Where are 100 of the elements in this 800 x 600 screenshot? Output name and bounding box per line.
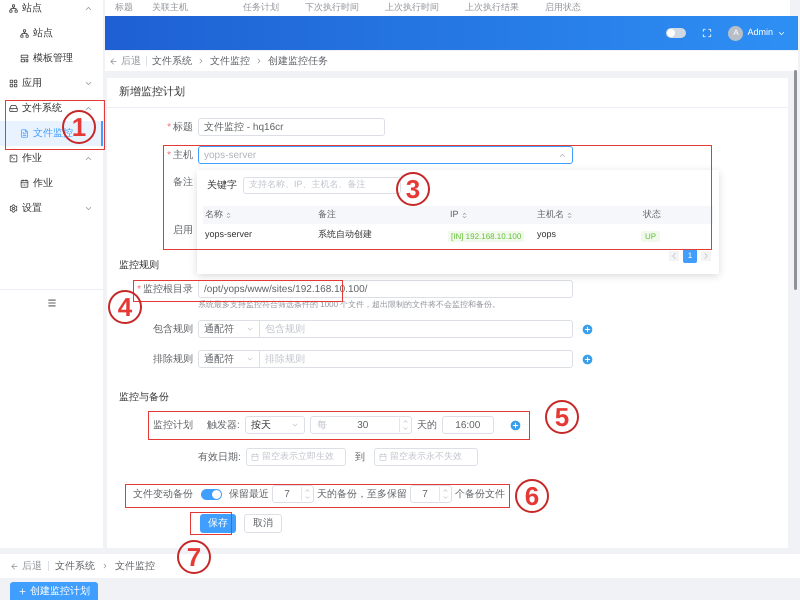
- prev-page-icon[interactable]: [669, 251, 679, 261]
- inline-label: 天的备份，至多保留: [317, 488, 407, 502]
- number-field[interactable]: 每 30: [310, 416, 412, 434]
- calendar-icon: [378, 453, 387, 461]
- column-header: 上次执行结果: [465, 1, 520, 14]
- breadcrumb-item[interactable]: 文件监控: [115, 558, 155, 574]
- unit-label: 天的: [416, 418, 437, 432]
- field-value: 7: [283, 488, 291, 502]
- table-cell-text: 系统自动创建: [317, 228, 373, 242]
- breadcrumb-item[interactable]: 文件系统: [55, 558, 95, 574]
- plus-icon: [18, 586, 27, 596]
- ip-tag: [IN] 192.168.10.100: [448, 231, 524, 242]
- chevron-up-icon: [84, 4, 93, 13]
- annotation-number: 7: [177, 540, 211, 574]
- add-icon[interactable]: [508, 418, 522, 432]
- sidebar-item[interactable]: 模板管理: [0, 46, 103, 71]
- trigger-select[interactable]: 按天: [244, 416, 305, 434]
- field-value: 7: [421, 488, 429, 502]
- sidebar-group[interactable]: 站点: [0, 0, 103, 21]
- back-arrow-icon: [109, 56, 118, 66]
- column-header: 关联主机: [152, 1, 189, 14]
- sort-icon[interactable]: [566, 212, 573, 218]
- section-heading: 监控规则: [119, 258, 159, 272]
- status-tag: UP: [641, 231, 660, 242]
- field-label: 监控根目录: [143, 282, 193, 296]
- scrollbar[interactable]: [794, 70, 797, 290]
- breadcrumb-item: 创建监控任务: [268, 54, 328, 68]
- add-icon[interactable]: [581, 322, 594, 336]
- number-field[interactable]: 7: [272, 485, 314, 503]
- separator-icon: [255, 57, 263, 65]
- field-label: 标题: [173, 120, 193, 134]
- field-label: 包含规则: [153, 322, 193, 336]
- field-prefix: 每: [316, 418, 327, 432]
- breadcrumb-item[interactable]: 文件监控: [210, 54, 250, 68]
- separator-icon: [197, 57, 205, 65]
- host-row[interactable]: yops-server 系统自动创建 [IN] 192.168.10.100 yops UP: [203, 224, 713, 246]
- section-heading: 监控与备份: [119, 390, 169, 404]
- chevron-down-icon: [290, 421, 299, 429]
- sidebar-group[interactable]: 作业: [0, 146, 103, 171]
- sidebar-item[interactable]: 站点: [0, 21, 103, 46]
- field-label: 监控计划: [153, 418, 193, 432]
- chevron-up-icon: [84, 154, 93, 163]
- column-header: 主机名: [537, 208, 564, 222]
- sidebar-item[interactable]: 作业: [0, 171, 103, 196]
- required-mark: *: [167, 148, 171, 162]
- annotation-number: 3: [396, 172, 430, 206]
- chevron-down-icon: [246, 355, 254, 363]
- field-label: 备注: [173, 176, 193, 190]
- annotation-number: 5: [545, 400, 579, 434]
- trigger-label: 触发器:: [207, 418, 240, 432]
- sidebar-group[interactable]: 应用: [0, 71, 103, 96]
- keyword-label: 关键字: [207, 178, 237, 192]
- annotation-number: 4: [108, 290, 142, 324]
- theme-switch[interactable]: [666, 28, 686, 38]
- breadcrumb-item[interactable]: 文件系统: [152, 54, 192, 68]
- next-page-icon[interactable]: [701, 251, 711, 261]
- column-header: 启用状态: [545, 1, 582, 14]
- cancel-button[interactable]: 取消: [244, 514, 282, 532]
- table-cell-text: yops-server: [204, 228, 254, 242]
- match-select[interactable]: 通配符: [198, 350, 260, 368]
- field-label: 启用: [173, 224, 193, 238]
- column-header: 任务计划: [243, 1, 280, 14]
- table-cell-text: yops: [536, 228, 558, 242]
- match-select[interactable]: 通配符: [198, 320, 260, 338]
- back-link[interactable]: 后退: [109, 54, 141, 68]
- column-header: 上次执行时间: [385, 1, 440, 14]
- separator-icon: [101, 562, 109, 570]
- column-header: 下次执行时间: [305, 1, 360, 14]
- sidebar-group[interactable]: 设置: [0, 196, 103, 221]
- title-field[interactable]: 文件监控 - hq16cr: [198, 118, 385, 136]
- column-header: 状态: [643, 208, 661, 222]
- back-link[interactable]: 后退: [10, 558, 42, 574]
- field-label: 排除规则: [153, 352, 193, 366]
- chevron-down-icon: [84, 79, 93, 88]
- inline-label: 保留最近: [229, 488, 269, 502]
- fullscreen-icon[interactable]: [702, 28, 712, 38]
- chevron-down-icon: [246, 325, 254, 333]
- column-header: 名称: [205, 208, 223, 222]
- backup-switch[interactable]: [201, 488, 222, 500]
- annotation-box: [190, 512, 232, 535]
- required-mark: *: [167, 120, 171, 134]
- range-separator: 到: [354, 450, 366, 464]
- column-header: IP: [450, 208, 459, 222]
- inline-label: 个备份文件: [455, 488, 505, 502]
- sort-icon[interactable]: [460, 212, 468, 218]
- sort-icon[interactable]: [225, 212, 232, 218]
- field-value: 30: [356, 418, 370, 432]
- time-field[interactable]: 16:00: [442, 416, 494, 434]
- back-arrow-icon: [10, 562, 19, 570]
- field-label: 文件变动备份: [133, 488, 193, 502]
- field-label: 主机: [173, 148, 193, 162]
- chevron-up-icon: [84, 104, 93, 113]
- card-title: 新增监控计划: [119, 84, 185, 100]
- number-field[interactable]: 7: [410, 485, 452, 503]
- column-header: 标题: [115, 1, 134, 14]
- user-name[interactable]: Admin: [747, 26, 773, 40]
- field-label: 有效日期:: [198, 450, 241, 464]
- add-icon[interactable]: [581, 352, 594, 366]
- calendar-icon: [250, 453, 259, 461]
- column-header: 备注: [318, 208, 336, 222]
